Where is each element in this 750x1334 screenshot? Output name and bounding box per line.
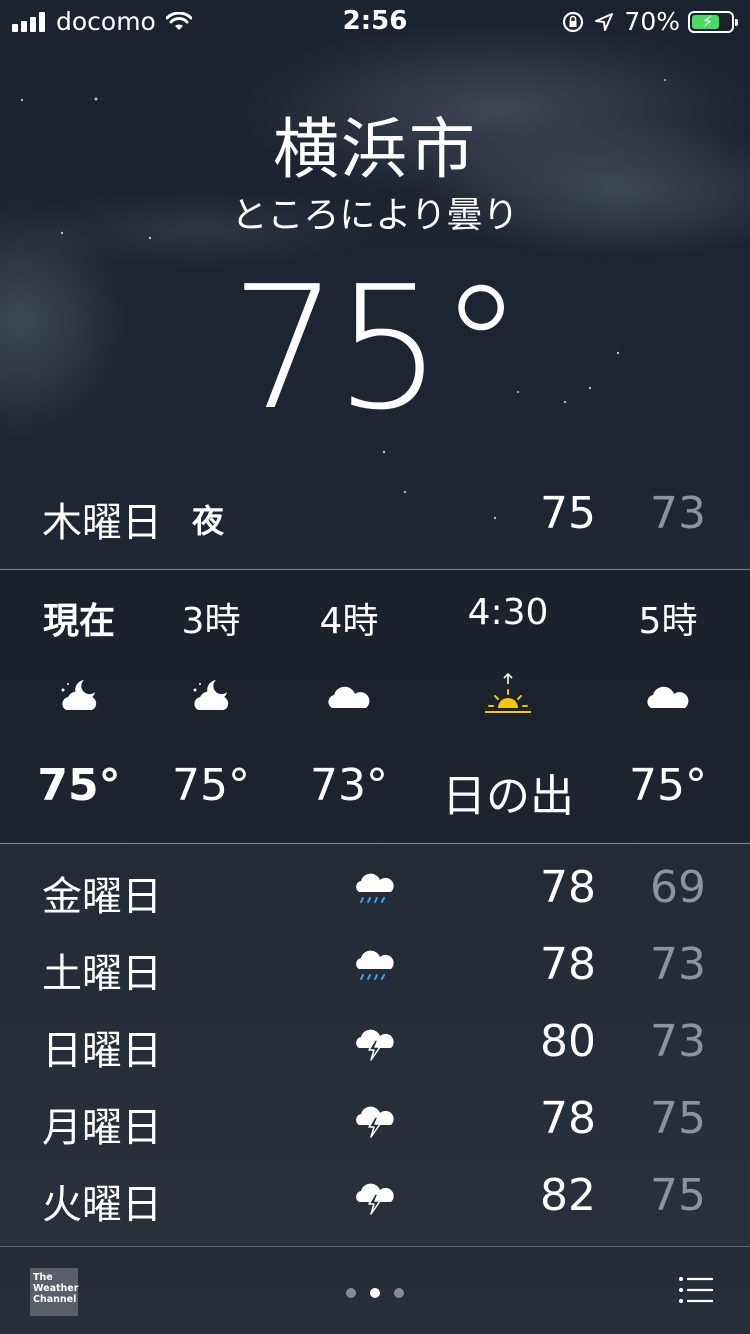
today-high: 75: [540, 488, 596, 539]
hour-temp: 日の出: [442, 771, 574, 822]
thunderstorm-icon: [356, 1029, 394, 1061]
today-low: 73: [650, 488, 706, 539]
day-high: 82: [540, 1170, 596, 1221]
hour-label: 4:30: [467, 592, 549, 633]
weather-condition: ところにより曇り: [231, 195, 519, 236]
day-name: 金曜日: [42, 874, 162, 920]
hourly-item: 現在 75°: [9, 570, 149, 842]
hour-temp: 75°: [172, 760, 250, 811]
city-list-icon[interactable]: [678, 1276, 714, 1304]
day-name: 火曜日: [42, 1182, 162, 1228]
cloud-icon: [328, 686, 370, 708]
today-period: 夜: [192, 502, 225, 540]
hourly-item: 4:30 日の出: [438, 570, 578, 842]
day-low: 73: [650, 1016, 706, 1067]
hour-label: 3時: [181, 601, 241, 642]
day-high: 78: [540, 1093, 596, 1144]
hour-temp: 75°: [37, 760, 121, 811]
logo-line: The: [33, 1272, 53, 1283]
day-low: 73: [650, 939, 706, 990]
divider: [0, 843, 750, 844]
hour-label: 5時: [638, 601, 698, 642]
location-arrow-icon: [595, 12, 614, 31]
rain-icon: [356, 950, 394, 980]
battery-percent: 70%: [624, 7, 680, 36]
partly-cloudy-night-icon: [61, 680, 97, 710]
day-high: 78: [540, 862, 596, 913]
daily-row: 金曜日 78 69: [0, 860, 750, 937]
battery-charging-icon: ⚡: [688, 10, 738, 33]
page-dot[interactable]: [394, 1288, 404, 1298]
daily-row: 月曜日 78 75: [0, 1091, 750, 1168]
partly-cloudy-night-icon: [193, 680, 229, 710]
daily-row: 土曜日 78 73: [0, 937, 750, 1014]
day-low: 75: [650, 1170, 706, 1221]
hourly-item: 3時 75°: [141, 570, 281, 842]
hour-temp: 73°: [310, 760, 388, 811]
thunderstorm-icon: [356, 1183, 394, 1215]
thunderstorm-icon: [356, 1106, 394, 1138]
daily-row: 火曜日 82 75: [0, 1168, 750, 1245]
page-dot[interactable]: [346, 1288, 356, 1298]
day-low: 69: [650, 862, 706, 913]
hour-label: 現在: [42, 601, 115, 642]
page-indicator[interactable]: [0, 1283, 750, 1302]
sunrise-icon: [485, 672, 531, 713]
status-bar: docomo 2:56 70% ⚡: [0, 0, 750, 44]
bottom-toolbar: The Weather Channel: [0, 1246, 750, 1334]
hourly-item: 5時 75°: [598, 570, 738, 842]
hour-temp: 75°: [629, 760, 707, 811]
hourly-forecast[interactable]: 現在 75° 3時 75° 4時 73° 4:30 日の出 5時 75°: [0, 570, 750, 842]
hour-label: 4時: [319, 601, 379, 642]
city-name: 横浜市: [273, 111, 477, 188]
current-temperature: 75°: [230, 250, 523, 448]
today-day-name: 木曜日: [42, 500, 162, 546]
daily-forecast[interactable]: 金曜日 78 69 土曜日 78 73 日曜日 80 73 月曜日 78 75 …: [0, 860, 750, 1245]
page-dot-active[interactable]: [370, 1288, 380, 1298]
day-high: 80: [540, 1016, 596, 1067]
day-name: 日曜日: [42, 1028, 162, 1074]
cloud-icon: [647, 686, 689, 708]
day-low: 75: [650, 1093, 706, 1144]
day-name: 月曜日: [42, 1105, 162, 1151]
rain-icon: [356, 873, 394, 903]
daily-row: 日曜日 80 73: [0, 1014, 750, 1091]
today-summary: 木曜日 夜 75 73: [0, 468, 750, 568]
hourly-item: 4時 73°: [279, 570, 419, 842]
day-high: 78: [540, 939, 596, 990]
day-name: 土曜日: [42, 951, 162, 997]
orientation-lock-icon: [563, 11, 584, 32]
